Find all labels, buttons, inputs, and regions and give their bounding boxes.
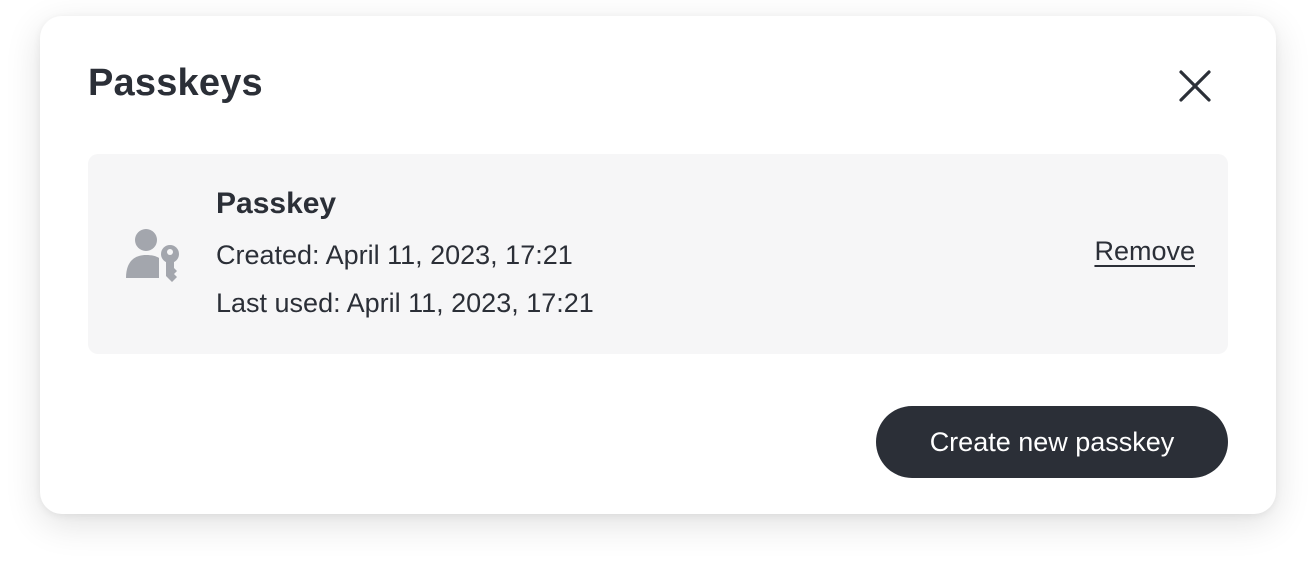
close-icon <box>1179 70 1211 102</box>
passkey-last-used-date: Last used: April 11, 2023, 17:21 <box>216 288 594 318</box>
user-key-icon <box>126 228 182 284</box>
create-new-passkey-button[interactable]: Create new passkey <box>876 406 1228 478</box>
passkey-card: Passkey Created: April 11, 2023, 17:21 L… <box>88 154 1228 354</box>
passkeys-dialog: Passkeys Passkey Created: April 11, 2023… <box>40 16 1276 514</box>
dialog-title: Passkeys <box>88 62 263 104</box>
remove-passkey-link[interactable]: Remove <box>1094 236 1195 267</box>
passkey-created-date: Created: April 11, 2023, 17:21 <box>216 240 573 270</box>
passkey-name: Passkey <box>216 187 337 220</box>
close-button[interactable] <box>1175 66 1215 106</box>
